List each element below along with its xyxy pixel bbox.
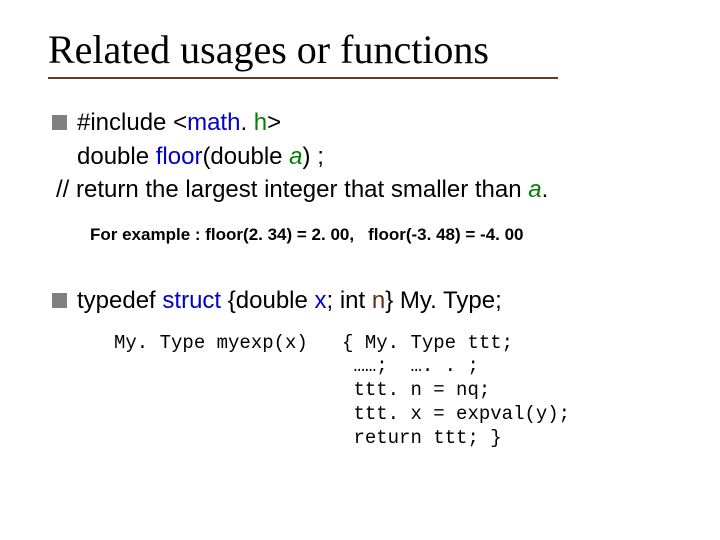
text: , — [349, 225, 354, 244]
text: (double — [202, 143, 289, 170]
text: } My. Type; — [385, 287, 502, 314]
include-line: #include <math. h> — [77, 107, 281, 139]
bullet-include: #include <math. h> — [52, 107, 684, 139]
text: > — [267, 109, 281, 136]
bullet-square-icon — [52, 115, 67, 130]
text: // return the largest integer that small… — [56, 176, 528, 203]
keyword-h: h — [254, 109, 267, 136]
slide-body: #include <math. h> double floor(double a… — [48, 107, 684, 450]
typedef-line: typedef struct {double x; int n} My. Typ… — [77, 285, 502, 317]
floor-signature: double floor(double a) ; — [52, 141, 684, 173]
text: typedef — [77, 287, 162, 314]
example-line: For example : floor(2. 34) = 2. 00, floor… — [52, 224, 684, 247]
text: . — [240, 109, 253, 136]
member-n: n — [372, 287, 385, 314]
title-underline — [48, 77, 558, 79]
keyword-floor: floor — [156, 143, 203, 170]
keyword-struct: struct — [162, 287, 221, 314]
param-a: a — [289, 143, 302, 170]
bullet-square-icon — [52, 293, 67, 308]
text: double — [77, 143, 156, 170]
text: For example : — [90, 225, 205, 244]
example-2: floor(-3. 48) = -4. 00 — [368, 225, 523, 244]
slide-title: Related usages or functions — [48, 26, 684, 73]
text: ; int — [327, 287, 372, 314]
param-a: a — [528, 176, 541, 203]
code-block: My. Type myexp(x) { My. Type ttt; ……; ….… — [52, 332, 684, 451]
keyword-math: math — [187, 109, 240, 136]
text: ) ; — [303, 143, 324, 170]
example-1: floor(2. 34) = 2. 00 — [205, 225, 349, 244]
text: #include < — [77, 109, 187, 136]
member-x: x — [315, 287, 327, 314]
bullet-typedef: typedef struct {double x; int n} My. Typ… — [52, 285, 684, 317]
text: {double — [221, 287, 314, 314]
text: . — [542, 176, 549, 203]
slide: Related usages or functions #include <ma… — [0, 0, 720, 540]
comment-line: // return the largest integer that small… — [52, 174, 684, 206]
